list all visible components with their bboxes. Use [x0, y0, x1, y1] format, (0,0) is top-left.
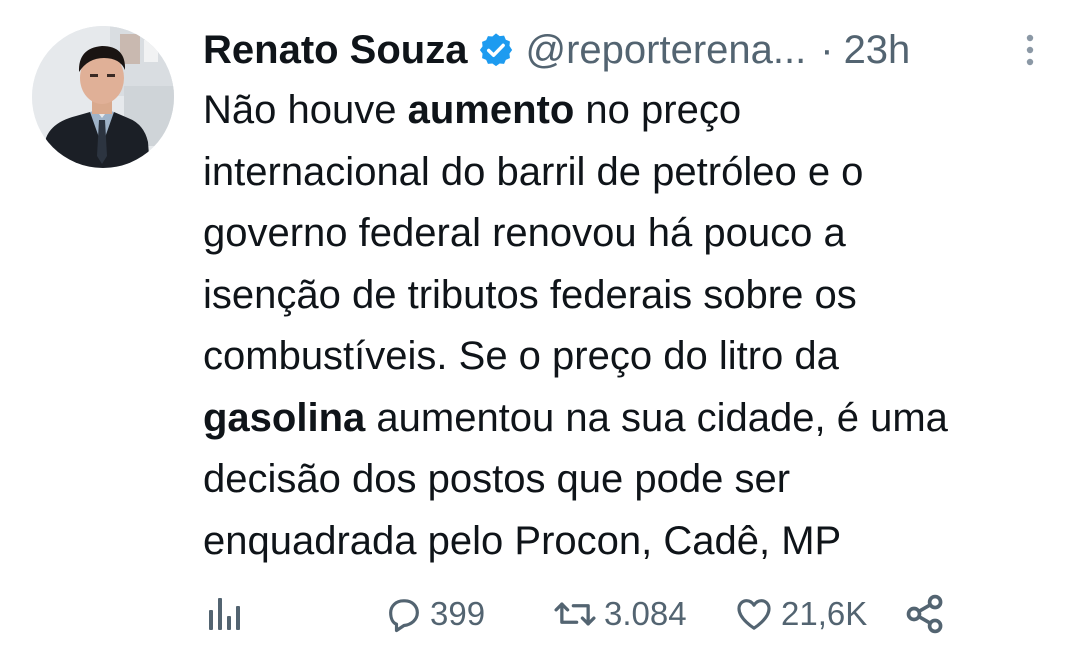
- tweet-text-line: governo federal renovou há pouco a: [203, 211, 846, 255]
- tweet[interactable]: Renato Souza @reporterena... · 23h Não h…: [0, 0, 1080, 649]
- like-button[interactable]: 21,6K: [733, 586, 867, 642]
- tweet-text-line: decisão dos postos que pode ser: [203, 457, 791, 501]
- author-handle[interactable]: @reporterena...: [525, 28, 806, 73]
- bold-word: aumento: [407, 88, 575, 132]
- like-count: 21,6K: [781, 595, 868, 632]
- tweet-text-line: isenção de tributos federais sobre os: [203, 272, 857, 317]
- retweet-icon: [552, 594, 598, 634]
- reply-icon: [384, 594, 424, 634]
- views-button[interactable]: [206, 586, 242, 642]
- tweet-header: Renato Souza @reporterena... · 23h: [203, 22, 910, 78]
- share-button[interactable]: [903, 586, 947, 642]
- tweet-text: Não houve aumento no preço internacional…: [203, 80, 1063, 572]
- reply-count: 399: [430, 595, 486, 632]
- share-icon: [903, 592, 947, 636]
- retweet-count: 3.084: [604, 595, 687, 632]
- more-options-icon[interactable]: [1018, 30, 1042, 70]
- verified-badge-icon: [477, 31, 515, 69]
- avatar[interactable]: [32, 26, 174, 168]
- tweet-text-line: enquadrada pelo Procon, Cadê, MP: [203, 518, 842, 563]
- bold-word: gasolina: [203, 395, 366, 440]
- reply-button[interactable]: 399: [384, 586, 485, 642]
- views-icon: [206, 594, 242, 634]
- action-bar: 399 3.084 21,6K: [0, 586, 1080, 642]
- tweet-text-line: gasolina aumentou na sua cidade, é uma: [203, 395, 948, 440]
- avatar-photo: [32, 26, 174, 168]
- retweet-button[interactable]: 3.084: [552, 586, 687, 642]
- separator-dot: ·: [820, 27, 834, 72]
- tweet-text-line: Não houve aumento no preço: [203, 88, 742, 132]
- tweet-text-line: combustíveis. Se o preço do litro da: [203, 334, 839, 378]
- author-name[interactable]: Renato Souza: [203, 28, 467, 73]
- timestamp[interactable]: 23h: [844, 28, 911, 73]
- tweet-text-line: internacional do barril de petróleo e o: [203, 149, 864, 194]
- like-icon: [733, 594, 775, 634]
